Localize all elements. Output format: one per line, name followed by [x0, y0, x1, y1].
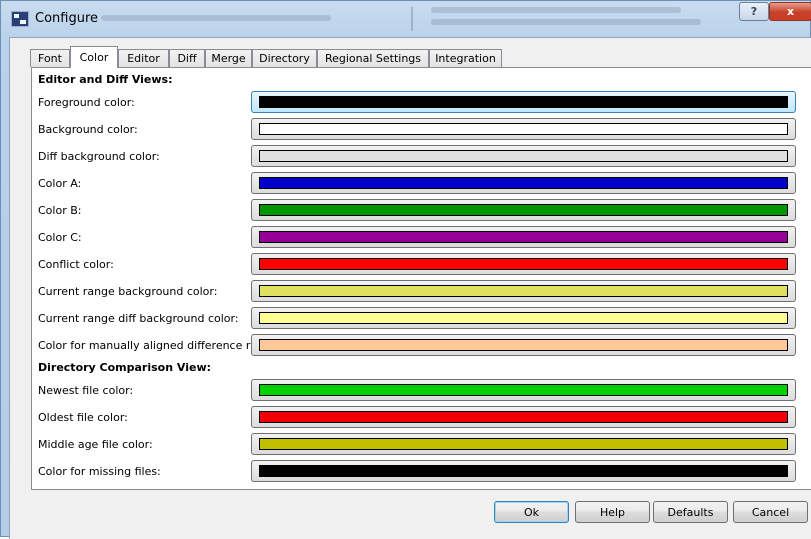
- color-b-button[interactable]: [251, 199, 796, 221]
- color-tab-panel: Editor and Diff Views: Foreground color:…: [31, 67, 811, 490]
- current-range-diff-bg-swatch: [259, 312, 788, 324]
- tab-color[interactable]: Color: [70, 46, 118, 68]
- current-range-bg-swatch: [259, 285, 788, 297]
- tab-diff[interactable]: Diff: [169, 49, 205, 67]
- current-range-bg-label: Current range background color:: [38, 285, 218, 298]
- help-title-button[interactable]: ?: [739, 2, 769, 21]
- color-b-swatch: [259, 204, 788, 216]
- editor-section-title: Editor and Diff Views:: [38, 73, 173, 86]
- color-c-button[interactable]: [251, 226, 796, 248]
- conflict-color-button[interactable]: [251, 253, 796, 275]
- conflict-color-swatch: [259, 258, 788, 270]
- missing-files-color-label: Color for missing files:: [38, 465, 161, 478]
- close-title-button[interactable]: x: [769, 2, 811, 21]
- diff-background-color-button[interactable]: [251, 145, 796, 167]
- middle-age-file-color-button[interactable]: [251, 433, 796, 455]
- tab-directory[interactable]: Directory: [252, 49, 317, 67]
- help-button[interactable]: Help: [575, 501, 650, 523]
- defaults-button[interactable]: Defaults: [653, 501, 728, 523]
- background-color-swatch: [259, 123, 788, 135]
- current-range-bg-button[interactable]: [251, 280, 796, 302]
- middle-age-file-color-swatch: [259, 438, 788, 450]
- manual-align-label: Color for manually aligned difference ra…: [38, 339, 288, 352]
- configure-window: Configure ? x Font Color Editor Diff Mer…: [0, 0, 811, 539]
- oldest-file-color-label: Oldest file color:: [38, 411, 128, 424]
- manual-align-button[interactable]: [251, 334, 796, 356]
- middle-age-file-color-label: Middle age file color:: [38, 438, 153, 451]
- background-color-button[interactable]: [251, 118, 796, 140]
- foreground-color-swatch: [259, 96, 788, 108]
- color-a-label: Color A:: [38, 177, 82, 190]
- tab-font[interactable]: Font: [30, 49, 70, 67]
- foreground-color-button[interactable]: [251, 91, 796, 113]
- newest-file-color-button[interactable]: [251, 379, 796, 401]
- title-bar[interactable]: Configure ? x: [1, 1, 811, 37]
- dialog-client-area: Font Color Editor Diff Merge Directory R…: [9, 37, 811, 539]
- newest-file-color-label: Newest file color:: [38, 384, 134, 397]
- manual-align-swatch: [259, 339, 788, 351]
- tab-editor[interactable]: Editor: [118, 49, 169, 67]
- color-a-swatch: [259, 177, 788, 189]
- diff-background-color-label: Diff background color:: [38, 150, 160, 163]
- oldest-file-color-swatch: [259, 411, 788, 423]
- current-range-diff-bg-button[interactable]: [251, 307, 796, 329]
- tab-integration[interactable]: Integration: [429, 49, 502, 67]
- window-title: Configure: [35, 11, 99, 26]
- color-c-label: Color C:: [38, 231, 82, 244]
- diff-background-color-swatch: [259, 150, 788, 162]
- oldest-file-color-button[interactable]: [251, 406, 796, 428]
- background-window-ghost: [101, 7, 701, 31]
- cancel-button[interactable]: Cancel: [733, 501, 808, 523]
- app-icon: [11, 11, 29, 27]
- background-color-label: Background color:: [38, 123, 138, 136]
- current-range-diff-bg-label: Current range diff background color:: [38, 312, 239, 325]
- conflict-color-label: Conflict color:: [38, 258, 114, 271]
- newest-file-color-swatch: [259, 384, 788, 396]
- color-a-button[interactable]: [251, 172, 796, 194]
- tab-regional-settings[interactable]: Regional Settings: [317, 49, 429, 67]
- color-c-swatch: [259, 231, 788, 243]
- color-b-label: Color B:: [38, 204, 82, 217]
- foreground-color-label: Foreground color:: [38, 96, 135, 109]
- missing-files-color-button[interactable]: [251, 460, 796, 482]
- tab-merge[interactable]: Merge: [205, 49, 252, 67]
- ok-button[interactable]: Ok: [494, 501, 569, 523]
- directory-section-title: Directory Comparison View:: [38, 361, 212, 374]
- missing-files-color-swatch: [259, 465, 788, 477]
